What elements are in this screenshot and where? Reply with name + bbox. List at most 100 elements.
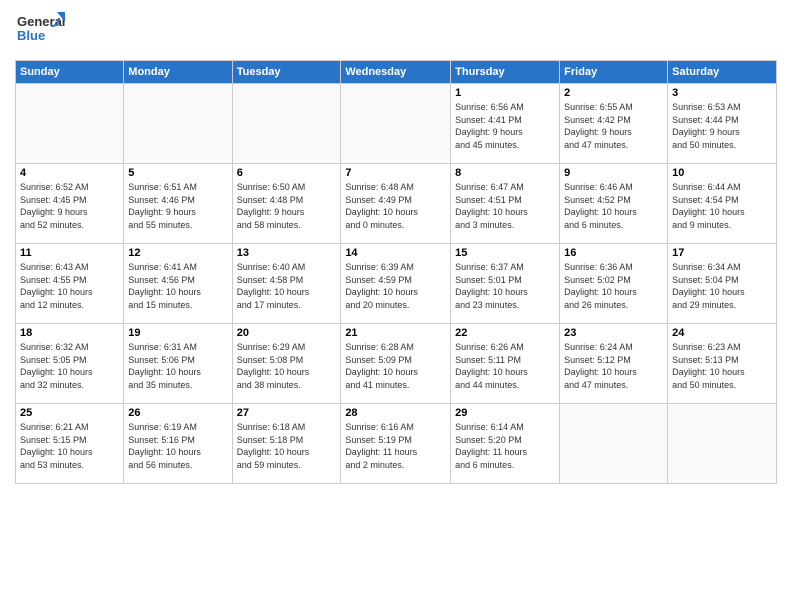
day-detail: Sunrise: 6:24 AM Sunset: 5:12 PM Dayligh… [564, 341, 663, 391]
calendar-header-tuesday: Tuesday [232, 61, 341, 84]
day-detail: Sunrise: 6:19 AM Sunset: 5:16 PM Dayligh… [128, 421, 227, 471]
calendar-cell: 11 Sunrise: 6:43 AM Sunset: 4:55 PM Dayli… [16, 244, 124, 324]
day-detail: Sunrise: 6:29 AM Sunset: 5:08 PM Dayligh… [237, 341, 337, 391]
calendar-cell: 1 Sunrise: 6:56 AM Sunset: 4:41 PM Daylig… [451, 84, 560, 164]
page: General Blue SundayMondayTuesdayWednesda… [0, 0, 792, 612]
calendar-header-row: SundayMondayTuesdayWednesdayThursdayFrid… [16, 61, 777, 84]
day-number: 10 [672, 167, 772, 179]
day-number: 23 [564, 327, 663, 339]
calendar-cell: 5 Sunrise: 6:51 AM Sunset: 4:46 PM Daylig… [124, 164, 232, 244]
day-detail: Sunrise: 6:51 AM Sunset: 4:46 PM Dayligh… [128, 181, 227, 231]
calendar-cell [124, 84, 232, 164]
day-number: 8 [455, 167, 555, 179]
day-detail: Sunrise: 6:41 AM Sunset: 4:56 PM Dayligh… [128, 261, 227, 311]
calendar-header-thursday: Thursday [451, 61, 560, 84]
day-number: 21 [345, 327, 446, 339]
calendar-cell: 3 Sunrise: 6:53 AM Sunset: 4:44 PM Daylig… [668, 84, 777, 164]
calendar-cell: 29 Sunrise: 6:14 AM Sunset: 5:20 PM Dayli… [451, 404, 560, 484]
calendar-cell [668, 404, 777, 484]
day-number: 12 [128, 247, 227, 259]
day-detail: Sunrise: 6:32 AM Sunset: 5:05 PM Dayligh… [20, 341, 119, 391]
day-detail: Sunrise: 6:56 AM Sunset: 4:41 PM Dayligh… [455, 101, 555, 151]
day-number: 26 [128, 407, 227, 419]
calendar-cell [232, 84, 341, 164]
day-number: 29 [455, 407, 555, 419]
day-number: 11 [20, 247, 119, 259]
calendar-cell: 4Sunrise: 6:52 AM Sunset: 4:45 PM Daylig… [16, 164, 124, 244]
day-detail: Sunrise: 6:46 AM Sunset: 4:52 PM Dayligh… [564, 181, 663, 231]
day-detail: Sunrise: 6:36 AM Sunset: 5:02 PM Dayligh… [564, 261, 663, 311]
calendar-week-row: 25 Sunrise: 6:21 AM Sunset: 5:15 PM Dayli… [16, 404, 777, 484]
day-number: 27 [237, 407, 337, 419]
day-detail: Sunrise: 6:44 AM Sunset: 4:54 PM Dayligh… [672, 181, 772, 231]
day-number: 7 [345, 167, 446, 179]
calendar-cell: 26 Sunrise: 6:19 AM Sunset: 5:16 PM Dayli… [124, 404, 232, 484]
day-detail: Sunrise: 6:14 AM Sunset: 5:20 PM Dayligh… [455, 421, 555, 471]
day-number: 6 [237, 167, 337, 179]
day-detail: Sunrise: 6:48 AM Sunset: 4:49 PM Dayligh… [345, 181, 446, 231]
calendar-cell: 21 Sunrise: 6:28 AM Sunset: 5:09 PM Dayli… [341, 324, 451, 404]
day-number: 3 [672, 87, 772, 99]
day-detail: Sunrise: 6:53 AM Sunset: 4:44 PM Dayligh… [672, 101, 772, 151]
logo: General Blue [15, 10, 65, 50]
day-number: 13 [237, 247, 337, 259]
calendar-cell: 8 Sunrise: 6:47 AM Sunset: 4:51 PM Daylig… [451, 164, 560, 244]
day-number: 1 [455, 87, 555, 99]
day-number: 28 [345, 407, 446, 419]
day-number: 19 [128, 327, 227, 339]
day-number: 22 [455, 327, 555, 339]
day-detail: Sunrise: 6:47 AM Sunset: 4:51 PM Dayligh… [455, 181, 555, 231]
day-number: 25 [20, 407, 119, 419]
day-number: 5 [128, 167, 227, 179]
day-detail: Sunrise: 6:23 AM Sunset: 5:13 PM Dayligh… [672, 341, 772, 391]
calendar-table: SundayMondayTuesdayWednesdayThursdayFrid… [15, 60, 777, 484]
day-detail: Sunrise: 6:28 AM Sunset: 5:09 PM Dayligh… [345, 341, 446, 391]
calendar-cell: 13Sunrise: 6:40 AM Sunset: 4:58 PM Dayli… [232, 244, 341, 324]
day-number: 14 [345, 247, 446, 259]
logo-svg: General Blue [15, 10, 65, 50]
calendar-cell: 14Sunrise: 6:39 AM Sunset: 4:59 PM Dayli… [341, 244, 451, 324]
day-detail: Sunrise: 6:43 AM Sunset: 4:55 PM Dayligh… [20, 261, 119, 311]
day-number: 15 [455, 247, 555, 259]
svg-text:Blue: Blue [17, 28, 45, 43]
day-detail: Sunrise: 6:50 AM Sunset: 4:48 PM Dayligh… [237, 181, 337, 231]
calendar-cell: 7 Sunrise: 6:48 AM Sunset: 4:49 PM Daylig… [341, 164, 451, 244]
day-number: 24 [672, 327, 772, 339]
calendar-cell: 9 Sunrise: 6:46 AM Sunset: 4:52 PM Daylig… [560, 164, 668, 244]
calendar-cell: 27 Sunrise: 6:18 AM Sunset: 5:18 PM Dayli… [232, 404, 341, 484]
day-detail: Sunrise: 6:16 AM Sunset: 5:19 PM Dayligh… [345, 421, 446, 471]
calendar-cell: 12 Sunrise: 6:41 AM Sunset: 4:56 PM Dayli… [124, 244, 232, 324]
calendar-cell [16, 84, 124, 164]
day-detail: Sunrise: 6:55 AM Sunset: 4:42 PM Dayligh… [564, 101, 663, 151]
day-detail: Sunrise: 6:34 AM Sunset: 5:04 PM Dayligh… [672, 261, 772, 311]
day-detail: Sunrise: 6:18 AM Sunset: 5:18 PM Dayligh… [237, 421, 337, 471]
calendar-week-row: 18 Sunrise: 6:32 AM Sunset: 5:05 PM Dayli… [16, 324, 777, 404]
calendar-header-wednesday: Wednesday [341, 61, 451, 84]
calendar-cell: 16 Sunrise: 6:36 AM Sunset: 5:02 PM Dayli… [560, 244, 668, 324]
calendar-header-sunday: Sunday [16, 61, 124, 84]
day-detail: Sunrise: 6:21 AM Sunset: 5:15 PM Dayligh… [20, 421, 119, 471]
day-number: 18 [20, 327, 119, 339]
day-detail: Sunrise: 6:31 AM Sunset: 5:06 PM Dayligh… [128, 341, 227, 391]
calendar-cell: 20Sunrise: 6:29 AM Sunset: 5:08 PM Dayli… [232, 324, 341, 404]
calendar-cell: 6 Sunrise: 6:50 AM Sunset: 4:48 PM Daylig… [232, 164, 341, 244]
header: General Blue [15, 10, 777, 50]
day-number: 9 [564, 167, 663, 179]
day-number: 17 [672, 247, 772, 259]
day-detail: Sunrise: 6:37 AM Sunset: 5:01 PM Dayligh… [455, 261, 555, 311]
calendar-header-monday: Monday [124, 61, 232, 84]
calendar-cell: 10 Sunrise: 6:44 AM Sunset: 4:54 PM Dayli… [668, 164, 777, 244]
calendar-header-friday: Friday [560, 61, 668, 84]
day-number: 2 [564, 87, 663, 99]
day-detail: Sunrise: 6:52 AM Sunset: 4:45 PM Dayligh… [20, 181, 119, 231]
calendar-cell: 18 Sunrise: 6:32 AM Sunset: 5:05 PM Dayli… [16, 324, 124, 404]
calendar-week-row: 4Sunrise: 6:52 AM Sunset: 4:45 PM Daylig… [16, 164, 777, 244]
day-number: 16 [564, 247, 663, 259]
calendar-cell: 23 Sunrise: 6:24 AM Sunset: 5:12 PM Dayli… [560, 324, 668, 404]
calendar-cell: 28 Sunrise: 6:16 AM Sunset: 5:19 PM Dayli… [341, 404, 451, 484]
calendar-cell: 24 Sunrise: 6:23 AM Sunset: 5:13 PM Dayli… [668, 324, 777, 404]
calendar-cell: 19 Sunrise: 6:31 AM Sunset: 5:06 PM Dayli… [124, 324, 232, 404]
calendar-cell [560, 404, 668, 484]
calendar-cell: 22Sunrise: 6:26 AM Sunset: 5:11 PM Dayli… [451, 324, 560, 404]
calendar-week-row: 1 Sunrise: 6:56 AM Sunset: 4:41 PM Daylig… [16, 84, 777, 164]
